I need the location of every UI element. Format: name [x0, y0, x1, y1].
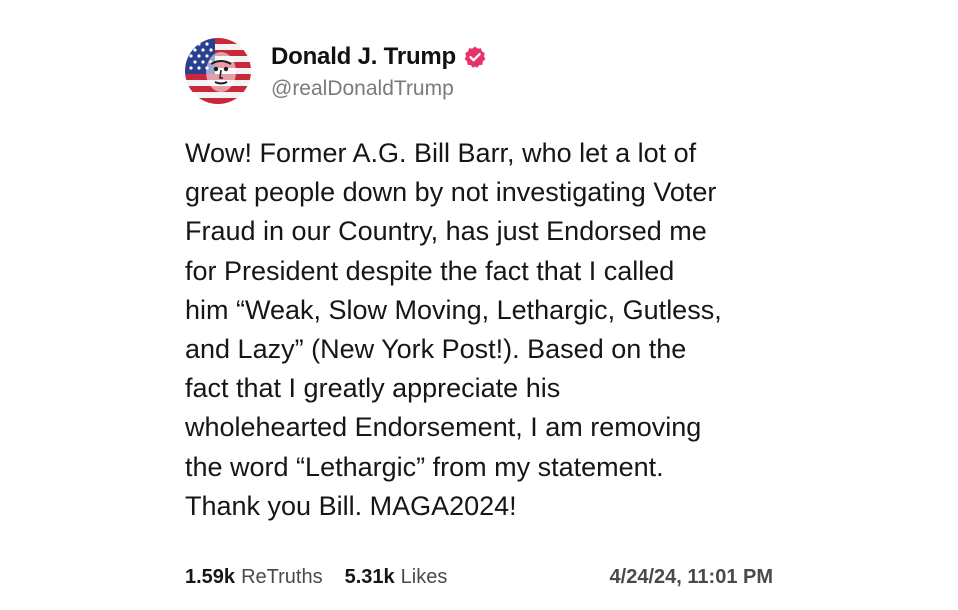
retruths-stat[interactable]: 1.59k ReTruths — [185, 566, 323, 589]
author-display-name[interactable]: Donald J. Trump — [271, 43, 456, 71]
retruths-label: ReTruths — [241, 565, 323, 588]
post-body-line: great people down by not investigating V… — [185, 177, 717, 208]
likes-label: Likes — [400, 565, 448, 588]
likes-count: 5.31k — [344, 565, 395, 588]
post-body-line: fact that I greatly appreciate his — [185, 373, 561, 404]
truth-post: Donald J. Trump @realDonaldTrump Wow! Fo… — [0, 0, 958, 610]
post-body-line: the word “Lethargic” from my statement. — [185, 451, 664, 482]
author-handle[interactable]: @realDonaldTrump — [271, 77, 487, 101]
post-timestamp[interactable]: 4/24/24, 11:01 PM — [610, 566, 773, 589]
post-body-line: Thank you Bill. MAGA2024! — [185, 490, 517, 521]
post-body-line: him “Weak, Slow Moving, Lethargic, Gutle… — [185, 294, 722, 325]
post-body-line: and Lazy” (New York Post!). Based on the — [185, 334, 687, 365]
name-row: Donald J. Trump — [271, 41, 487, 73]
post-body: Wow! Former A.G. Bill Barr, who let a lo… — [185, 134, 825, 526]
post-header: Donald J. Trump @realDonaldTrump — [185, 38, 487, 104]
post-body-line: wholehearted Endorsement, I am removing — [185, 412, 702, 443]
post-body-line: Wow! Former A.G. Bill Barr, who let a lo… — [185, 138, 697, 168]
likes-stat[interactable]: 5.31k Likes — [345, 566, 448, 589]
verified-badge-icon — [463, 45, 487, 69]
author-names: Donald J. Trump @realDonaldTrump — [271, 41, 487, 101]
post-footer: 1.59k ReTruths 5.31k Likes 4/24/24, 11:0… — [185, 562, 773, 592]
avatar[interactable] — [185, 38, 251, 104]
flag-portrait-avatar-icon — [185, 38, 251, 104]
post-body-line: Fraud in our Country, has just Endorsed … — [185, 216, 707, 247]
retruths-count: 1.59k — [185, 565, 236, 588]
post-body-line: for President despite the fact that I ca… — [185, 255, 675, 286]
